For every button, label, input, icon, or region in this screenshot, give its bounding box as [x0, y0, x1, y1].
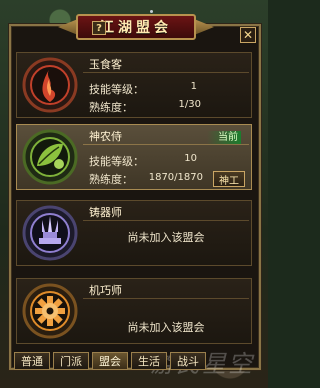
flame-emblem-icon: [22, 57, 78, 113]
help-button[interactable]: ?: [92, 21, 106, 35]
not-joined-status: 尚未加入该盟会: [127, 321, 205, 334]
skill-level-label: 技能等级：: [89, 83, 144, 96]
tab-guild[interactable]: 盟会: [92, 352, 128, 370]
forge-emblem-icon: [22, 205, 78, 261]
skill-level-value: 1: [190, 81, 197, 92]
leaf-emblem-icon: [22, 129, 78, 185]
skill-level-label: 技能等级：: [89, 155, 144, 168]
tab-bar: 普通 门派 盟会 生活 战斗: [14, 352, 206, 370]
skill-level-value: 10: [184, 153, 197, 164]
guild-card-zhuqishi[interactable]: 铸器师 尚未加入该盟会: [16, 200, 252, 266]
guild-card-jiqiaoshi[interactable]: 机巧师 尚未加入该盟会: [16, 278, 252, 344]
gear-emblem-icon: [22, 283, 78, 339]
tab-combat[interactable]: 战斗: [170, 352, 206, 370]
current-badge: 当前: [207, 131, 241, 144]
proficiency-label: 熟练度：: [89, 101, 133, 114]
proficiency-value: 1/30: [178, 99, 201, 110]
guild-card-yushike[interactable]: 玉食客 技能等级： 1 熟练度： 1/30: [16, 52, 252, 118]
close-button[interactable]: ✕: [240, 27, 256, 43]
guild-name: 玉食客: [83, 57, 249, 73]
snowflake: [150, 10, 153, 13]
proficiency-label: 熟练度：: [89, 173, 133, 186]
tab-life[interactable]: 生活: [131, 352, 167, 370]
shengong-button[interactable]: 神工: [213, 171, 245, 187]
guild-card-shennongshi[interactable]: 神农侍 当前 技能等级： 10 熟练度： 1870/1870 神工: [16, 124, 252, 190]
tab-general[interactable]: 普通: [14, 352, 50, 370]
proficiency-value: 1870/1870: [148, 172, 203, 183]
guild-name: 铸器师: [83, 205, 249, 221]
tab-sect[interactable]: 门派: [53, 352, 89, 370]
not-joined-status: 尚未加入该盟会: [127, 231, 205, 244]
guild-name: 机巧师: [83, 283, 249, 299]
